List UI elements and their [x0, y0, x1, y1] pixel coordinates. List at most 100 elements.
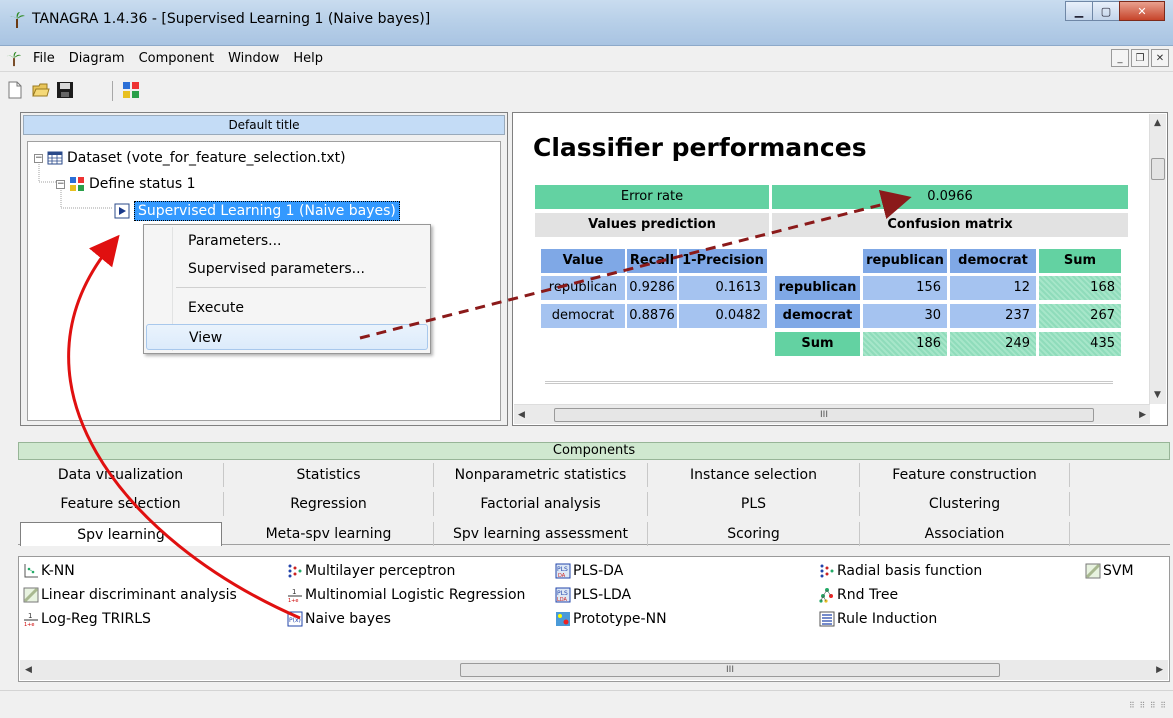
tab-feature-selection[interactable]: Feature selection [18, 492, 224, 516]
plslda-icon: PLSLDA [555, 587, 571, 603]
vp-row-value: republican [541, 276, 625, 300]
tanagra-app-icon [9, 12, 25, 28]
tanagra-menu-icon[interactable] [6, 51, 22, 67]
tab-data-visualization[interactable]: Data visualization [18, 463, 224, 487]
cm-row-sum: 168 [1039, 276, 1121, 300]
svg-text:LDA: LDA [557, 597, 568, 603]
supervised-learning-label[interactable]: Supervised Learning 1 (Naive bayes) [134, 201, 400, 221]
scroll-thumb[interactable]: III [554, 408, 1094, 422]
resize-grip-icon[interactable]: ⠿ ⠿ ⠿ ⠿ [1129, 701, 1167, 710]
tool-label: Naive bayes [305, 611, 391, 627]
report-horizontal-scrollbar[interactable]: ◀ III ▶ [514, 404, 1150, 424]
toolbar [0, 73, 1173, 107]
close-button[interactable]: ✕ [1119, 1, 1165, 21]
tab-instance-selection[interactable]: Instance selection [648, 463, 860, 487]
tab-spv-learning-assessment[interactable]: Spv learning assessment [434, 522, 648, 546]
maximize-button[interactable]: ▢ [1092, 1, 1120, 21]
tool-logreg-trirls[interactable]: 1 1+e Log-Reg TRIRLS [23, 611, 151, 627]
scroll-thumb[interactable] [1151, 158, 1165, 180]
cm-cell: 12 [950, 276, 1036, 300]
values-prediction-header: Values prediction [535, 213, 769, 237]
scroll-thumb[interactable]: III [460, 663, 1000, 677]
plsda-icon: PLSDA [555, 563, 571, 579]
vp-header-value: Value [541, 249, 625, 273]
scroll-right-icon[interactable]: ▶ [1139, 410, 1146, 420]
mdi-close-button[interactable]: ✕ [1151, 49, 1169, 67]
cm-cell: 237 [950, 304, 1036, 328]
open-folder-icon[interactable] [32, 81, 50, 99]
tab-scoring[interactable]: Scoring [648, 522, 860, 546]
menu-item-execute[interactable]: Execute [146, 295, 428, 321]
menu-bar: File Diagram Component Window Help _ ❐ ✕ [0, 46, 1173, 72]
tree-icon [819, 588, 833, 603]
mdi-minimize-button[interactable]: _ [1111, 49, 1129, 67]
tool-label: SVM [1103, 563, 1134, 579]
vp-row-recall: 0.9286 [627, 276, 677, 300]
menu-component[interactable]: Component [132, 51, 221, 66]
save-disk-icon[interactable] [56, 81, 74, 99]
components-horizontal-scrollbar[interactable]: ◀ III ▶ [20, 660, 1168, 680]
tab-regression[interactable]: Regression [224, 492, 434, 516]
knn-icon [24, 564, 38, 578]
tab-meta-spv-learning[interactable]: Meta-spv learning [224, 522, 434, 546]
tool-multilayer-perceptron[interactable]: Multilayer perceptron [287, 563, 455, 579]
logreg-icon: 11+e [24, 612, 38, 627]
tool-pls-lda[interactable]: PLS LDA PLS-LDA [555, 587, 631, 603]
tab-spv-learning[interactable]: Spv learning [20, 522, 222, 546]
cm-row-sum: 267 [1039, 304, 1121, 328]
tool-rnd-tree[interactable]: Rnd Tree [819, 587, 898, 603]
tab-factorial-analysis[interactable]: Factorial analysis [434, 492, 648, 516]
tab-clustering[interactable]: Clustering [860, 492, 1070, 516]
tab-nonparametric-statistics[interactable]: Nonparametric statistics [434, 463, 648, 487]
tool-pls-da[interactable]: PLS DA PLS-DA [555, 563, 623, 579]
tool-lda[interactable]: Linear discriminant analysis [23, 587, 237, 603]
cm-row-label: democrat [775, 304, 860, 328]
new-file-icon[interactable] [6, 81, 24, 99]
menu-item-view[interactable]: View [146, 324, 428, 350]
tree-node-supervised-learning[interactable]: Supervised Learning 1 (Naive bayes) [114, 201, 400, 221]
scroll-left-icon[interactable]: ◀ [25, 665, 32, 675]
vp-row-recall: 0.8876 [627, 304, 677, 328]
define-status-icon[interactable] [122, 81, 140, 99]
menu-item-parameters[interactable]: Parameters... [146, 228, 428, 254]
report-divider [545, 381, 1113, 384]
scroll-up-icon[interactable]: ▲ [1154, 118, 1161, 128]
menu-separator [176, 287, 426, 288]
menu-diagram[interactable]: Diagram [62, 51, 132, 66]
scroll-left-icon[interactable]: ◀ [518, 410, 525, 420]
tool-multinomial-logistic-regression[interactable]: 1 1+e Multinomial Logistic Regression [287, 587, 525, 603]
menu-help[interactable]: Help [286, 51, 330, 66]
scroll-down-icon[interactable]: ▼ [1154, 390, 1161, 400]
tool-prototype-nn[interactable]: Prototype-NN [555, 611, 667, 627]
tool-svm[interactable]: SVM [1085, 563, 1134, 579]
mdi-restore-button[interactable]: ❐ [1131, 49, 1149, 67]
tool-radial-basis-function[interactable]: Radial basis function [819, 563, 982, 579]
confusion-matrix-header: Confusion matrix [772, 213, 1128, 237]
tool-naive-bayes[interactable]: P(x) Naive bayes [287, 611, 391, 627]
error-rate-value: 0.0966 [772, 185, 1128, 209]
naive-bayes-icon: P(x) [287, 611, 303, 627]
minimize-button[interactable]: ▁ [1065, 1, 1093, 21]
svg-text:P(x): P(x) [289, 617, 301, 624]
svg-text:PLS: PLS [557, 590, 568, 597]
tool-rule-induction[interactable]: Rule Induction [819, 611, 937, 627]
tool-label: Multilayer perceptron [305, 563, 456, 579]
svg-text:1: 1 [292, 588, 296, 596]
mlp-icon [288, 564, 302, 578]
menu-file[interactable]: File [26, 51, 62, 66]
tab-pls[interactable]: PLS [648, 492, 860, 516]
status-bar: ⠿ ⠿ ⠿ ⠿ [0, 690, 1173, 718]
scroll-right-icon[interactable]: ▶ [1156, 665, 1163, 675]
rule-icon [819, 611, 835, 627]
report-vertical-scrollbar[interactable]: ▲ ▼ [1149, 114, 1166, 404]
tab-association[interactable]: Association [860, 522, 1070, 546]
svg-text:1+e: 1+e [24, 622, 34, 627]
tool-knn[interactable]: K-NN [23, 563, 75, 579]
menu-item-supervised-parameters[interactable]: Supervised parameters... [146, 256, 428, 282]
rbf-icon [820, 564, 834, 578]
tool-label: PLS-DA [573, 563, 624, 579]
tree-header: Default title [23, 115, 505, 135]
menu-window[interactable]: Window [221, 51, 286, 66]
tab-feature-construction[interactable]: Feature construction [860, 463, 1070, 487]
tab-statistics[interactable]: Statistics [224, 463, 434, 487]
